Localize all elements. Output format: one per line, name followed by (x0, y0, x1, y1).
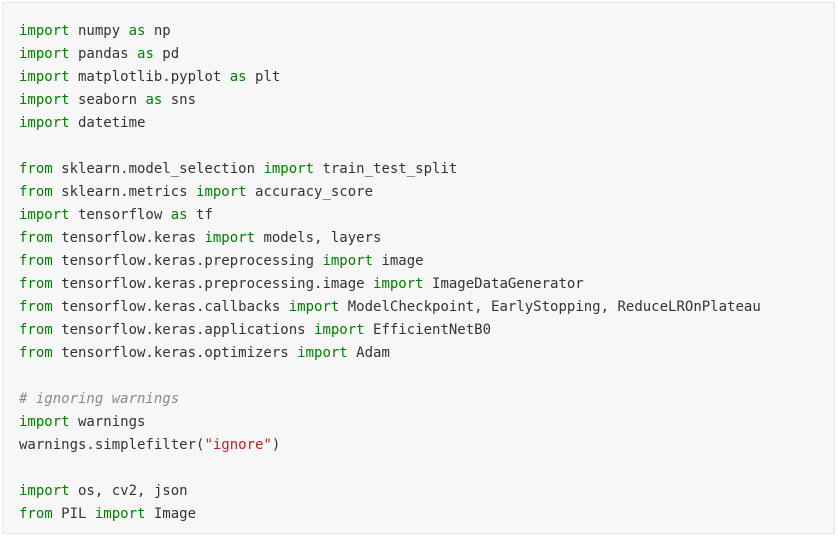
identifier-token: pd (153, 46, 180, 62)
identifier-token: ModelCheckpoint, EarlyStopping, ReduceLR… (339, 299, 761, 315)
identifier-token: tensorflow.keras.optimizers (52, 345, 298, 361)
keyword-token: from (19, 161, 53, 177)
keyword-token: from (19, 230, 53, 246)
code-line: import numpy as np (19, 20, 761, 43)
keyword-token: from (19, 345, 53, 361)
keyword-token: import (263, 161, 315, 177)
code-editor[interactable]: import numpy as np import pandas as pd imp… (19, 20, 761, 526)
code-line: from tensorflow.keras import models, lay… (19, 227, 761, 250)
identifier-token: Image (145, 506, 197, 522)
code-line: import matplotlib.pyplot as plt (19, 66, 761, 89)
identifier-token: np (145, 23, 171, 39)
keyword-token: from (19, 506, 53, 522)
keyword-token: import (314, 322, 365, 338)
identifier-token: PIL (52, 506, 95, 522)
identifier-token: matplotlib.pyplot (69, 69, 230, 85)
keyword-token: from (19, 184, 53, 200)
keyword-token: from (19, 299, 53, 315)
identifier-token: numpy (69, 23, 129, 39)
code-line: import seaborn as sns (19, 89, 761, 112)
identifier-token: warnings.simplefilter( (19, 437, 205, 453)
identifier-token: sklearn.metrics (52, 184, 197, 200)
keyword-token: import (19, 414, 70, 430)
keyword-token: from (19, 276, 53, 292)
code-line: from tensorflow.keras.preprocessing.imag… (19, 273, 761, 296)
code-line: import datetime (19, 112, 761, 135)
identifier-token: train_test_split (314, 161, 458, 177)
identifier-token: models, layers (255, 230, 382, 246)
keyword-token: import (204, 230, 256, 246)
identifier-token: os, cv2, json (69, 483, 188, 499)
keyword-token: import (196, 184, 247, 200)
code-cell[interactable]: import numpy as np import pandas as pd imp… (2, 2, 835, 534)
identifier-token: plt (246, 69, 281, 85)
code-line: import warnings (19, 411, 761, 434)
keyword-token: import (19, 483, 70, 499)
identifier-token: accuracy_score (246, 184, 374, 200)
keyword-token: import (373, 276, 424, 292)
identifier-token: sklearn.model_selection (52, 161, 264, 177)
identifier-token: datetime (69, 115, 146, 131)
identifier-token: seaborn (69, 92, 146, 108)
string-token: "ignore" (204, 437, 272, 453)
keyword-token: as (145, 92, 163, 108)
identifier-token: Adam (347, 345, 390, 361)
comment-token: # ignoring warnings (19, 391, 180, 407)
identifier-token: tensorflow.keras.callbacks (52, 299, 289, 315)
identifier-token: pandas (69, 46, 138, 62)
keyword-token: import (19, 69, 70, 85)
identifier-token: ) (271, 437, 281, 453)
keyword-token: import (19, 23, 70, 39)
keyword-token: import (19, 115, 70, 131)
code-line: from PIL import Image (19, 503, 761, 526)
keyword-token: from (19, 322, 53, 338)
keyword-token: import (297, 345, 348, 361)
code-line: import pandas as pd (19, 43, 761, 66)
code-line: from sklearn.metrics import accuracy_sco… (19, 181, 761, 204)
identifier-token: sns (162, 92, 197, 108)
identifier-token: tensorflow.keras.preprocessing.image (52, 276, 374, 292)
keyword-token: import (94, 506, 146, 522)
keyword-token: as (128, 23, 146, 39)
code-line: import os, cv2, json (19, 480, 761, 503)
identifier-token: EfficientNetB0 (364, 322, 492, 338)
keyword-token: import (19, 46, 70, 62)
code-line: from sklearn.model_selection import trai… (19, 158, 761, 181)
code-line: from tensorflow.keras.preprocessing impo… (19, 250, 761, 273)
keyword-token: as (229, 69, 247, 85)
code-line: from tensorflow.keras.applications impor… (19, 319, 761, 342)
identifier-token: tensorflow.keras.preprocessing (52, 253, 323, 269)
keyword-token: import (288, 299, 340, 315)
keyword-token: import (19, 92, 70, 108)
identifier-token: warnings (69, 414, 146, 430)
code-line: # ignoring warnings (19, 388, 761, 411)
keyword-token: import (19, 207, 70, 223)
code-line: from tensorflow.keras.callbacks import M… (19, 296, 761, 319)
code-line: warnings.simplefilter("ignore") (19, 434, 761, 457)
keyword-token: as (170, 207, 188, 223)
keyword-token: from (19, 253, 53, 269)
identifier-token: tf (187, 207, 213, 223)
identifier-token: tensorflow.keras (52, 230, 205, 246)
identifier-token: image (373, 253, 424, 269)
identifier-token: ImageDataGenerator (423, 276, 584, 292)
keyword-token: as (137, 46, 154, 62)
identifier-token: tensorflow.keras.applications (52, 322, 315, 338)
code-line: from tensorflow.keras.optimizers import … (19, 342, 761, 365)
identifier-token: tensorflow (69, 207, 171, 223)
keyword-token: import (322, 253, 374, 269)
code-line: import tensorflow as tf (19, 204, 761, 227)
